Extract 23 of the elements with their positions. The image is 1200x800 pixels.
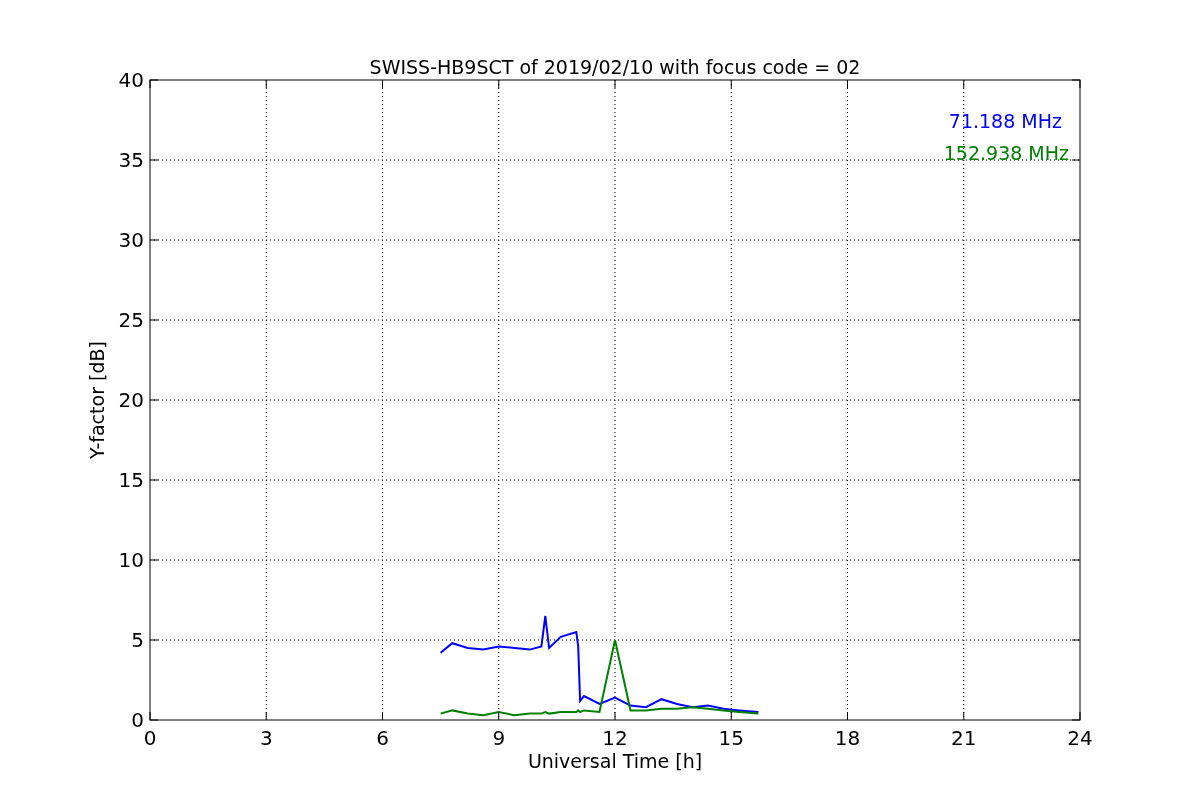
x-tick-label: 18 — [834, 726, 861, 750]
y-tick-label: 40 — [118, 68, 144, 92]
y-tick-label: 5 — [131, 628, 144, 652]
y-axis-label: Y-factor [dB] — [86, 341, 108, 459]
x-tick-label: 0 — [143, 726, 157, 750]
y-tick-label: 20 — [118, 388, 144, 412]
y-tick-label: 10 — [118, 548, 144, 572]
x-tick-label: 15 — [718, 726, 744, 750]
x-tick-label: 3 — [259, 726, 273, 750]
x-tick-label: 9 — [492, 726, 506, 750]
legend-label: 71.188 MHz — [948, 110, 1062, 132]
legend-label: 152.938 MHz — [943, 142, 1069, 164]
y-tick-label: 25 — [118, 308, 144, 332]
chart-title: SWISS-HB9SCT of 2019/02/10 with focus code = 02 — [369, 56, 861, 78]
y-tick-label: 15 — [118, 468, 144, 492]
x-tick-label: 24 — [1067, 726, 1093, 750]
x-tick-label: 12 — [602, 726, 628, 750]
y-tick-label: 35 — [118, 148, 144, 172]
x-tick-label: 21 — [951, 726, 977, 750]
x-tick-label: 6 — [376, 726, 389, 750]
y-tick-label: 0 — [131, 708, 144, 732]
x-axis-label: Universal Time [h] — [527, 750, 703, 772]
y-tick-label: 30 — [118, 228, 144, 252]
